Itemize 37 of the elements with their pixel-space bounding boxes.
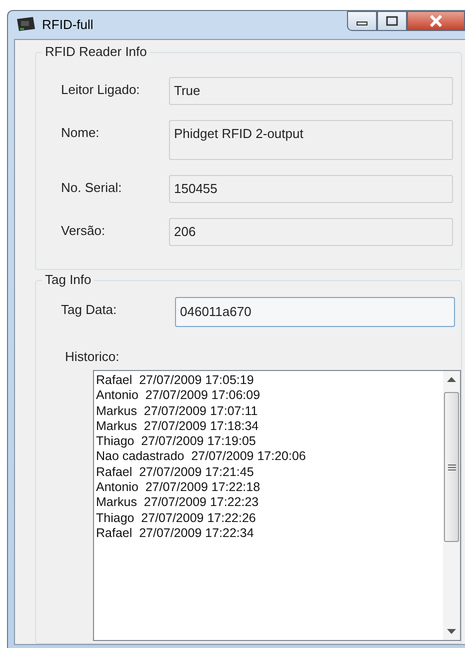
group-title: RFID Reader Info (42, 44, 150, 59)
list-item[interactable]: Rafael 27/07/2009 17:21:45 (96, 464, 443, 480)
window-title: RFID-full (42, 16, 94, 32)
list-item[interactable]: Thiago 27/07/2009 17:19:05 (96, 434, 443, 450)
circuit-board-icon (16, 16, 36, 32)
list-item[interactable]: Rafael 27/07/2009 17:05:19 (96, 373, 443, 388)
input-field[interactable]: 046011a670 (175, 297, 455, 327)
minimize-button[interactable] (347, 11, 377, 31)
scrollbar[interactable] (443, 371, 460, 640)
field-label: Leitor Ligado: (61, 81, 141, 97)
maximize-icon (386, 16, 398, 26)
list-item[interactable]: Antonio 27/07/2009 17:06:09 (96, 388, 443, 404)
list-item[interactable]: Antonio 27/07/2009 17:22:18 (96, 480, 443, 496)
list-item[interactable]: Rafael 27/07/2009 17:22:34 (96, 526, 443, 542)
field-label: Historico: (65, 349, 120, 364)
list-box[interactable] (93, 370, 461, 641)
field-label: Tag Data: (61, 301, 118, 317)
grip-icon (448, 464, 456, 470)
list-item[interactable]: Markus 27/07/2009 17:18:34 (96, 418, 443, 434)
maximize-button[interactable] (377, 11, 407, 31)
read-only-field[interactable]: 206 (169, 218, 453, 246)
scroll-thumb[interactable] (444, 392, 459, 542)
list-item[interactable]: Markus 27/07/2009 17:22:23 (96, 495, 443, 511)
read-only-field[interactable]: True (169, 77, 453, 105)
read-only-field[interactable]: Phidget RFID 2-output (169, 120, 453, 160)
list-item[interactable]: Nao cadastrado 27/07/2009 17:20:06 (96, 449, 443, 465)
close-button[interactable] (407, 11, 465, 31)
group-title: Tag Info (42, 272, 94, 287)
field-label: Nome: (61, 124, 100, 140)
field-label: No. Serial: (61, 179, 123, 195)
read-only-field[interactable]: 150455 (169, 175, 453, 203)
scroll-down-icon[interactable] (447, 629, 456, 634)
field-label: Versão: (61, 222, 106, 238)
scroll-up-icon[interactable] (447, 377, 456, 382)
close-icon (429, 15, 443, 27)
list-item[interactable]: Thiago 27/07/2009 17:22:26 (96, 510, 443, 526)
list-item[interactable]: Markus 27/07/2009 17:07:11 (96, 404, 443, 419)
